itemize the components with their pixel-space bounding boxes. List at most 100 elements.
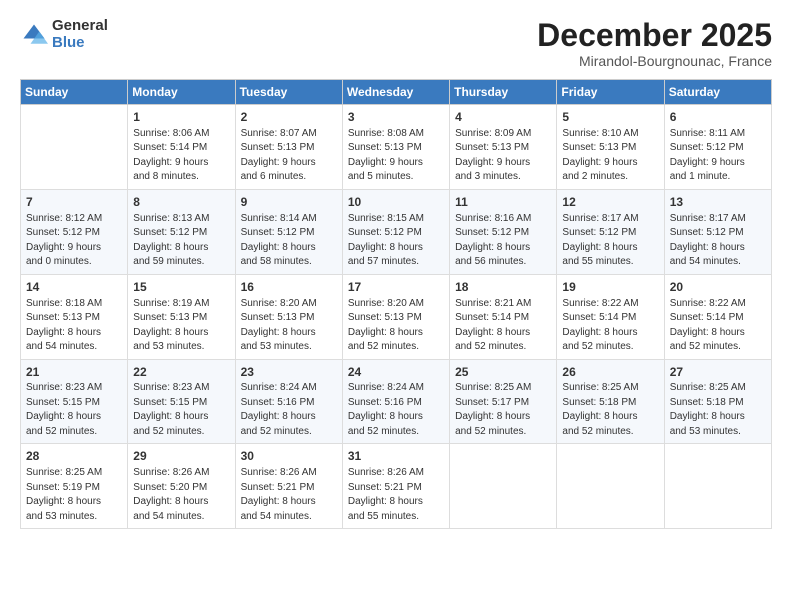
day-info: Sunrise: 8:12 AM Sunset: 5:12 PM Dayligh… <box>26 212 122 270</box>
calendar-cell: 14Sunrise: 8:18 AM Sunset: 5:13 PM Dayli… <box>21 274 128 359</box>
day-info: Sunrise: 8:06 AM Sunset: 5:14 PM Dayligh… <box>133 127 229 185</box>
calendar-cell: 20Sunrise: 8:22 AM Sunset: 5:14 PM Dayli… <box>664 274 771 359</box>
calendar-cell: 7Sunrise: 8:12 AM Sunset: 5:12 PM Daylig… <box>21 189 128 274</box>
logo: General Blue <box>20 18 108 51</box>
day-info: Sunrise: 8:25 AM Sunset: 5:18 PM Dayligh… <box>670 381 766 439</box>
calendar-cell <box>557 444 664 529</box>
day-info: Sunrise: 8:14 AM Sunset: 5:12 PM Dayligh… <box>241 212 337 270</box>
day-number: 12 <box>562 194 658 211</box>
day-info: Sunrise: 8:08 AM Sunset: 5:13 PM Dayligh… <box>348 127 444 185</box>
calendar-cell: 6Sunrise: 8:11 AM Sunset: 5:12 PM Daylig… <box>664 105 771 190</box>
day-number: 10 <box>348 194 444 211</box>
day-info: Sunrise: 8:25 AM Sunset: 5:19 PM Dayligh… <box>26 466 122 524</box>
location-subtitle: Mirandol-Bourgnounac, France <box>537 53 772 69</box>
day-info: Sunrise: 8:20 AM Sunset: 5:13 PM Dayligh… <box>348 297 444 355</box>
calendar-cell: 1Sunrise: 8:06 AM Sunset: 5:14 PM Daylig… <box>128 105 235 190</box>
calendar-week-4: 28Sunrise: 8:25 AM Sunset: 5:19 PM Dayli… <box>21 444 772 529</box>
day-info: Sunrise: 8:24 AM Sunset: 5:16 PM Dayligh… <box>241 381 337 439</box>
calendar-cell: 16Sunrise: 8:20 AM Sunset: 5:13 PM Dayli… <box>235 274 342 359</box>
day-info: Sunrise: 8:22 AM Sunset: 5:14 PM Dayligh… <box>562 297 658 355</box>
day-number: 31 <box>348 448 444 465</box>
calendar-cell <box>21 105 128 190</box>
calendar-cell: 10Sunrise: 8:15 AM Sunset: 5:12 PM Dayli… <box>342 189 449 274</box>
calendar-cell: 25Sunrise: 8:25 AM Sunset: 5:17 PM Dayli… <box>450 359 557 444</box>
calendar-cell <box>664 444 771 529</box>
calendar-cell: 31Sunrise: 8:26 AM Sunset: 5:21 PM Dayli… <box>342 444 449 529</box>
calendar-cell: 11Sunrise: 8:16 AM Sunset: 5:12 PM Dayli… <box>450 189 557 274</box>
page: General Blue December 2025 Mirandol-Bour… <box>0 0 792 612</box>
day-number: 25 <box>455 364 551 381</box>
day-info: Sunrise: 8:22 AM Sunset: 5:14 PM Dayligh… <box>670 297 766 355</box>
day-number: 23 <box>241 364 337 381</box>
calendar-cell: 4Sunrise: 8:09 AM Sunset: 5:13 PM Daylig… <box>450 105 557 190</box>
day-info: Sunrise: 8:26 AM Sunset: 5:21 PM Dayligh… <box>348 466 444 524</box>
day-number: 29 <box>133 448 229 465</box>
day-info: Sunrise: 8:09 AM Sunset: 5:13 PM Dayligh… <box>455 127 551 185</box>
calendar-body: 1Sunrise: 8:06 AM Sunset: 5:14 PM Daylig… <box>21 105 772 529</box>
day-info: Sunrise: 8:19 AM Sunset: 5:13 PM Dayligh… <box>133 297 229 355</box>
calendar-week-3: 21Sunrise: 8:23 AM Sunset: 5:15 PM Dayli… <box>21 359 772 444</box>
day-number: 27 <box>670 364 766 381</box>
day-number: 11 <box>455 194 551 211</box>
calendar-cell: 26Sunrise: 8:25 AM Sunset: 5:18 PM Dayli… <box>557 359 664 444</box>
day-number: 6 <box>670 109 766 126</box>
calendar-cell: 17Sunrise: 8:20 AM Sunset: 5:13 PM Dayli… <box>342 274 449 359</box>
day-number: 2 <box>241 109 337 126</box>
calendar-cell: 9Sunrise: 8:14 AM Sunset: 5:12 PM Daylig… <box>235 189 342 274</box>
title-block: December 2025 Mirandol-Bourgnounac, Fran… <box>537 18 772 69</box>
day-header-saturday: Saturday <box>664 80 771 105</box>
calendar-cell: 24Sunrise: 8:24 AM Sunset: 5:16 PM Dayli… <box>342 359 449 444</box>
calendar-cell: 21Sunrise: 8:23 AM Sunset: 5:15 PM Dayli… <box>21 359 128 444</box>
calendar-cell: 8Sunrise: 8:13 AM Sunset: 5:12 PM Daylig… <box>128 189 235 274</box>
day-number: 9 <box>241 194 337 211</box>
day-info: Sunrise: 8:17 AM Sunset: 5:12 PM Dayligh… <box>562 212 658 270</box>
calendar-cell: 5Sunrise: 8:10 AM Sunset: 5:13 PM Daylig… <box>557 105 664 190</box>
day-header-monday: Monday <box>128 80 235 105</box>
day-number: 7 <box>26 194 122 211</box>
day-header-row: SundayMondayTuesdayWednesdayThursdayFrid… <box>21 80 772 105</box>
calendar-cell: 2Sunrise: 8:07 AM Sunset: 5:13 PM Daylig… <box>235 105 342 190</box>
calendar-week-2: 14Sunrise: 8:18 AM Sunset: 5:13 PM Dayli… <box>21 274 772 359</box>
calendar-cell: 23Sunrise: 8:24 AM Sunset: 5:16 PM Dayli… <box>235 359 342 444</box>
day-number: 4 <box>455 109 551 126</box>
day-info: Sunrise: 8:23 AM Sunset: 5:15 PM Dayligh… <box>26 381 122 439</box>
day-header-wednesday: Wednesday <box>342 80 449 105</box>
calendar-cell: 13Sunrise: 8:17 AM Sunset: 5:12 PM Dayli… <box>664 189 771 274</box>
day-number: 20 <box>670 279 766 296</box>
header: General Blue December 2025 Mirandol-Bour… <box>20 18 772 69</box>
day-number: 24 <box>348 364 444 381</box>
calendar-cell: 12Sunrise: 8:17 AM Sunset: 5:12 PM Dayli… <box>557 189 664 274</box>
day-number: 16 <box>241 279 337 296</box>
calendar-cell: 3Sunrise: 8:08 AM Sunset: 5:13 PM Daylig… <box>342 105 449 190</box>
day-info: Sunrise: 8:23 AM Sunset: 5:15 PM Dayligh… <box>133 381 229 439</box>
logo-blue-text: Blue <box>52 35 108 52</box>
day-header-tuesday: Tuesday <box>235 80 342 105</box>
day-info: Sunrise: 8:18 AM Sunset: 5:13 PM Dayligh… <box>26 297 122 355</box>
day-number: 19 <box>562 279 658 296</box>
day-info: Sunrise: 8:15 AM Sunset: 5:12 PM Dayligh… <box>348 212 444 270</box>
day-info: Sunrise: 8:10 AM Sunset: 5:13 PM Dayligh… <box>562 127 658 185</box>
calendar-cell <box>450 444 557 529</box>
day-info: Sunrise: 8:26 AM Sunset: 5:21 PM Dayligh… <box>241 466 337 524</box>
day-number: 30 <box>241 448 337 465</box>
day-number: 26 <box>562 364 658 381</box>
day-info: Sunrise: 8:13 AM Sunset: 5:12 PM Dayligh… <box>133 212 229 270</box>
day-number: 3 <box>348 109 444 126</box>
day-info: Sunrise: 8:11 AM Sunset: 5:12 PM Dayligh… <box>670 127 766 185</box>
day-info: Sunrise: 8:25 AM Sunset: 5:17 PM Dayligh… <box>455 381 551 439</box>
day-number: 1 <box>133 109 229 126</box>
day-number: 8 <box>133 194 229 211</box>
calendar-cell: 15Sunrise: 8:19 AM Sunset: 5:13 PM Dayli… <box>128 274 235 359</box>
day-info: Sunrise: 8:16 AM Sunset: 5:12 PM Dayligh… <box>455 212 551 270</box>
calendar-cell: 19Sunrise: 8:22 AM Sunset: 5:14 PM Dayli… <box>557 274 664 359</box>
day-number: 13 <box>670 194 766 211</box>
day-header-sunday: Sunday <box>21 80 128 105</box>
day-info: Sunrise: 8:26 AM Sunset: 5:20 PM Dayligh… <box>133 466 229 524</box>
day-number: 28 <box>26 448 122 465</box>
calendar-header: SundayMondayTuesdayWednesdayThursdayFrid… <box>21 80 772 105</box>
day-number: 21 <box>26 364 122 381</box>
calendar-cell: 30Sunrise: 8:26 AM Sunset: 5:21 PM Dayli… <box>235 444 342 529</box>
day-number: 17 <box>348 279 444 296</box>
day-info: Sunrise: 8:21 AM Sunset: 5:14 PM Dayligh… <box>455 297 551 355</box>
day-number: 22 <box>133 364 229 381</box>
